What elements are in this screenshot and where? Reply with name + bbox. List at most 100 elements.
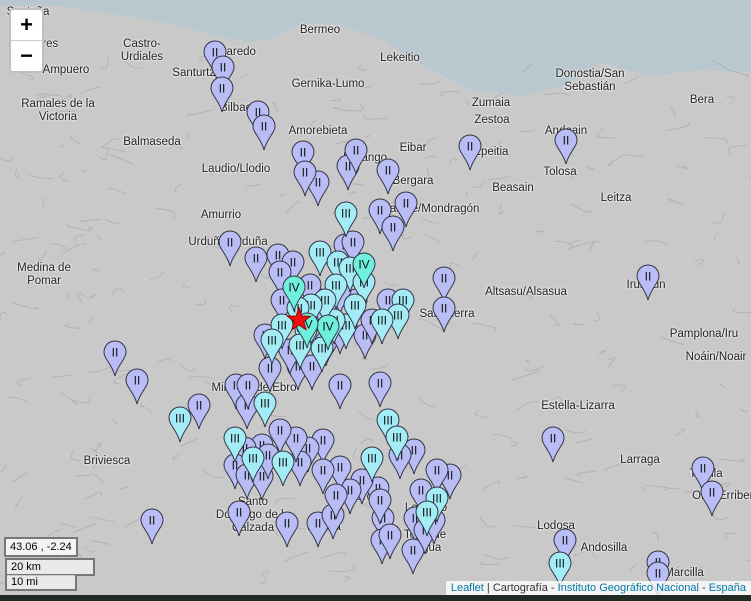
zoom-control: + − xyxy=(9,8,44,73)
intensity-marker[interactable]: II xyxy=(103,340,127,377)
marker-intensity: III xyxy=(367,452,377,466)
intensity-marker[interactable]: II xyxy=(244,246,268,283)
marker-intensity: II xyxy=(390,221,397,235)
marker-intensity: II xyxy=(302,166,309,180)
marker-intensity: II xyxy=(337,379,344,393)
marker-intensity: II xyxy=(333,489,340,503)
zoom-out-button[interactable]: − xyxy=(11,41,42,71)
marker-intensity: III xyxy=(422,506,432,520)
marker-intensity: II xyxy=(377,204,384,218)
marker-intensity: III xyxy=(278,456,288,470)
intensity-marker[interactable]: II xyxy=(125,368,149,405)
leaflet-link[interactable]: Leaflet xyxy=(451,582,484,594)
intensity-marker[interactable]: II xyxy=(210,76,234,113)
intensity-marker[interactable]: II xyxy=(458,134,482,171)
bottom-bar xyxy=(0,595,751,601)
marker-intensity: III xyxy=(315,246,325,260)
marker-intensity: III xyxy=(331,279,341,293)
marker-intensity: II xyxy=(219,82,226,96)
marker-intensity: III xyxy=(341,207,351,221)
marker-intensity: II xyxy=(279,294,286,308)
marker-intensity: II xyxy=(387,529,394,543)
espana-link[interactable]: España xyxy=(709,582,746,594)
marker-intensity: II xyxy=(320,464,327,478)
intensity-marker[interactable]: III xyxy=(271,450,295,487)
marker-intensity: II xyxy=(467,140,474,154)
marker-intensity: II xyxy=(645,270,652,284)
marker-intensity: II xyxy=(700,462,707,476)
marker-intensity: III xyxy=(350,299,360,313)
marker-intensity: III xyxy=(377,314,387,328)
intensity-marker[interactable]: II xyxy=(187,393,211,430)
marker-intensity: II xyxy=(236,506,243,520)
marker-intensity: II xyxy=(441,302,448,316)
intensity-marker[interactable]: II xyxy=(368,371,392,408)
marker-intensity: III xyxy=(383,414,393,428)
marker-intensity: III xyxy=(230,432,240,446)
marker-intensity: II xyxy=(377,377,384,391)
mouse-coordinates: 43.06 , -2.24 xyxy=(4,537,78,557)
marker-intensity: II xyxy=(300,146,307,160)
intensity-marker[interactable]: II xyxy=(700,480,724,517)
map[interactable]: SantoñaColindresCastro-UrdialesAmpueroLa… xyxy=(0,0,751,595)
marker-intensity: II xyxy=(563,134,570,148)
intensity-marker[interactable]: II xyxy=(252,114,276,151)
marker-intensity: II xyxy=(418,484,425,498)
marker-intensity: II xyxy=(290,256,297,270)
marker-intensity: II xyxy=(709,486,716,500)
intensity-marker[interactable]: II xyxy=(636,264,660,301)
markers-layer: IIIIIIIIIIIIIIIIIIII IIIIIIIIIIIIII IIIIII… xyxy=(103,40,724,595)
marker-intensity: II xyxy=(410,544,417,558)
zoom-in-button[interactable]: + xyxy=(11,10,42,41)
scale-mi: 10 mi xyxy=(5,575,77,591)
marker-intensity: II xyxy=(284,517,291,531)
marker-intensity: II xyxy=(309,360,316,374)
marker-intensity: II xyxy=(227,236,234,250)
intensity-marker[interactable]: II xyxy=(541,426,565,463)
marker-intensity: III xyxy=(277,319,287,333)
marker-intensity: II xyxy=(347,484,354,498)
intensity-marker[interactable]: II xyxy=(554,128,578,165)
ign-link[interactable]: Instituto Geográfico Nacional xyxy=(558,582,699,594)
marker-intensity: II xyxy=(353,144,360,158)
marker-intensity: II xyxy=(196,399,203,413)
marker-intensity: III xyxy=(267,334,277,348)
marker-intensity: III xyxy=(555,557,565,571)
marker-intensity: III xyxy=(175,412,185,426)
marker-intensity: II xyxy=(293,432,300,446)
scale-km: 20 km xyxy=(5,558,95,576)
marker-intensity: III xyxy=(248,452,258,466)
marker-intensity: II xyxy=(441,272,448,286)
marker-intensity: IV xyxy=(358,258,369,272)
attr-dash: - xyxy=(698,582,709,594)
marker-intensity: II xyxy=(315,176,322,190)
intensity-marker[interactable]: II xyxy=(432,296,456,333)
intensity-marker[interactable]: III xyxy=(168,406,192,443)
marker-intensity: II xyxy=(434,464,441,478)
intensity-marker[interactable]: II xyxy=(275,511,299,548)
marker-intensity: II xyxy=(337,461,344,475)
intensity-marker[interactable]: II xyxy=(328,373,352,410)
marker-intensity: IV xyxy=(322,320,333,334)
intensity-marker[interactable]: II xyxy=(376,158,400,195)
marker-intensity: III xyxy=(260,397,270,411)
marker-intensity: II xyxy=(253,252,260,266)
marker-intensity: II xyxy=(245,379,252,393)
attr-carto: Cartografía - xyxy=(492,582,558,594)
marker-intensity: III xyxy=(295,339,305,353)
marker-intensity: II xyxy=(307,279,314,293)
marker-intensity: II xyxy=(550,432,557,446)
intensity-marker[interactable]: II xyxy=(258,356,282,393)
intensity-marker[interactable]: II xyxy=(227,500,251,537)
intensity-marker[interactable]: II xyxy=(381,215,405,252)
marker-intensity: II xyxy=(261,120,268,134)
marker-intensity: II xyxy=(134,374,141,388)
attr-sep: | xyxy=(483,582,493,594)
marker-intensity: II xyxy=(385,294,392,308)
marker-intensity: III xyxy=(393,309,403,323)
intensity-marker[interactable]: II xyxy=(218,230,242,267)
marker-intensity: IV xyxy=(288,281,299,295)
intensity-marker[interactable]: II xyxy=(140,508,164,545)
marker-intensity: II xyxy=(411,444,418,458)
marker-intensity: II xyxy=(265,449,272,463)
